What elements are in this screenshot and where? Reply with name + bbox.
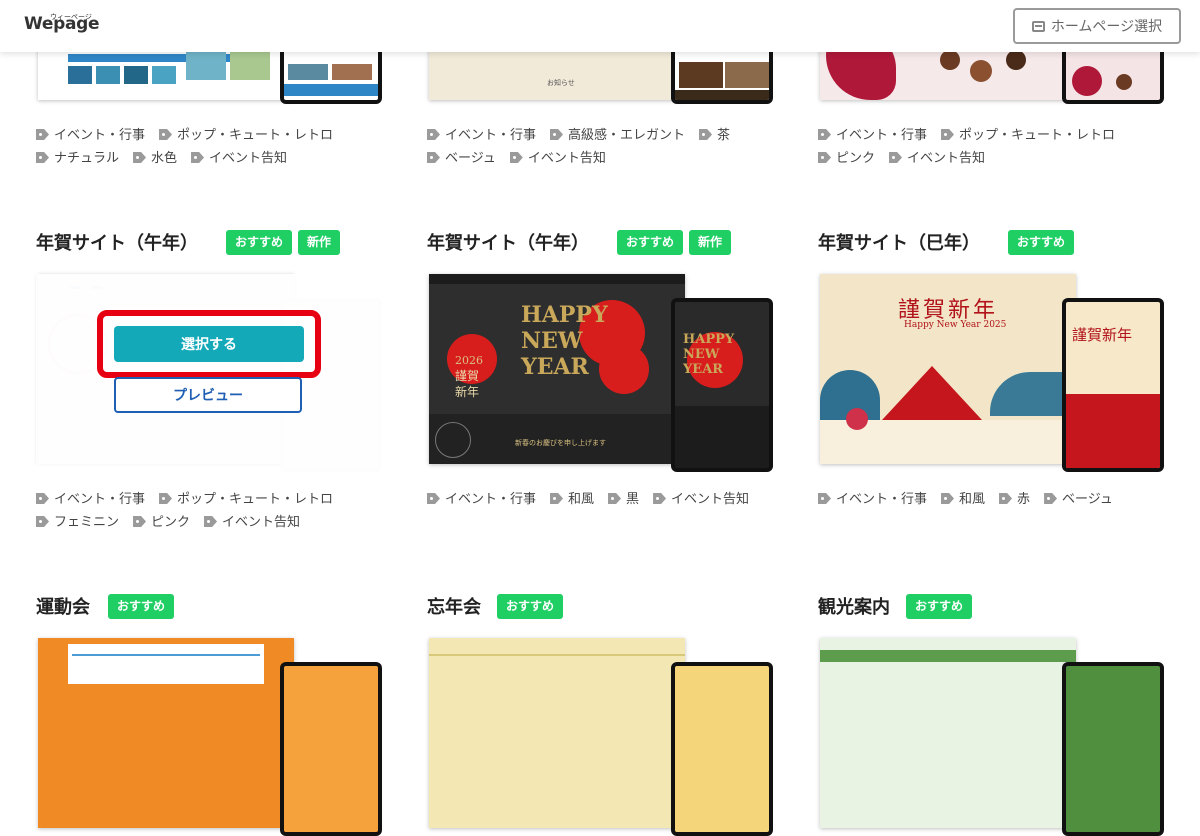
tag[interactable]: イベント・行事 <box>427 488 536 511</box>
tag[interactable]: ベージュ <box>1044 488 1113 511</box>
tag-icon <box>818 493 831 504</box>
tag[interactable]: ピンク <box>133 511 190 534</box>
tag-icon <box>941 129 955 140</box>
tag-icon <box>159 493 173 504</box>
tag[interactable]: イベント・行事 <box>36 488 145 511</box>
thumb-sub: Happy New Year 2025 <box>904 320 1007 330</box>
select-button[interactable]: 選択する <box>114 326 304 362</box>
tag-icon <box>427 129 440 140</box>
tag-icon <box>818 152 831 163</box>
tag-list: イベント・行事 高級感・エレガント茶ベージュ イベント告知 <box>427 124 777 170</box>
tag[interactable]: 赤 <box>999 488 1030 511</box>
header: ウィーページ Wepage ホームページ選択 <box>0 0 1200 52</box>
badge-recommended: おすすめ <box>1008 229 1075 255</box>
wepage-logo[interactable]: ウィーページ Wepage <box>24 13 100 34</box>
template-thumbnail[interactable] <box>427 638 773 836</box>
tag-icon <box>608 493 622 504</box>
tag-list: イベント・行事 ポップ・キュート・レトロナチュラル 水色 イベント告知 <box>36 124 386 170</box>
tag-list: イベント・行事 和風黒イベント告知 <box>427 488 777 511</box>
window-icon <box>1031 20 1045 32</box>
template-thumbnail[interactable] <box>36 638 382 836</box>
tag-icon <box>204 516 218 527</box>
tag[interactable]: 水色 <box>133 147 177 170</box>
tag-icon <box>191 152 205 163</box>
template-title[interactable]: 年賀サイト（午年） <box>427 229 589 255</box>
select-highlight: 選択する <box>97 310 321 378</box>
tag[interactable]: ポップ・キュート・レトロ <box>941 124 1115 147</box>
thumb-sub: 新春のお慶びを申し上げます <box>515 439 606 447</box>
tag-icon <box>550 493 564 504</box>
tag[interactable]: ベージュ <box>427 147 496 170</box>
tag[interactable]: ピンク <box>818 147 875 170</box>
tag[interactable]: ポップ・キュート・レトロ <box>159 124 333 147</box>
tag[interactable]: イベント告知 <box>653 488 749 511</box>
homepage-select-button[interactable]: ホームページ選択 <box>1013 8 1181 44</box>
tag[interactable]: 黒 <box>608 488 639 511</box>
tag[interactable]: イベント・行事 <box>818 488 927 511</box>
tag[interactable]: 高級感・エレガント <box>550 124 685 147</box>
template-title[interactable]: 運動会 <box>36 593 90 619</box>
tag[interactable]: ポップ・キュート・レトロ <box>159 488 333 511</box>
tag-list: イベント・行事 ポップ・キュート・レトロピンク イベント告知 <box>818 124 1168 170</box>
template-thumbnail[interactable]: HAPPY NEW YEAR 2026 謹賀 新年 新春のお慶びを申し上げます … <box>427 274 773 472</box>
tag[interactable]: イベント・行事 <box>36 124 145 147</box>
template-title[interactable]: 忘年会 <box>427 593 481 619</box>
thumb-greeting: 謹賀 新年 <box>455 369 480 399</box>
tag-icon <box>550 129 564 140</box>
tag-icon <box>653 493 667 504</box>
badge-recommended: おすすめ <box>226 229 293 255</box>
thumb-happy-text: HAPPY NEW YEAR <box>521 302 608 380</box>
tag[interactable]: 和風 <box>550 488 594 511</box>
tag[interactable]: フェミニン <box>36 511 119 534</box>
tag-icon <box>1044 493 1058 504</box>
thumb-year: 2026 <box>455 354 483 367</box>
thumb-notice-text: お知らせ <box>547 79 575 87</box>
tag-icon <box>427 493 440 504</box>
preview-button[interactable]: プレビュー <box>114 377 302 413</box>
hover-overlay: 選択する プレビュー <box>36 274 386 474</box>
tag[interactable]: 和風 <box>941 488 985 511</box>
template-title[interactable]: 年賀サイト（巳年） <box>818 229 980 255</box>
tag-icon <box>889 152 903 163</box>
logo-ruby: ウィーページ <box>50 13 92 21</box>
tag-icon <box>509 152 523 163</box>
tag[interactable]: イベント告知 <box>204 511 300 534</box>
tag-icon <box>159 129 173 140</box>
tag-icon <box>36 152 49 163</box>
tag[interactable]: 茶 <box>699 124 730 147</box>
template-title[interactable]: 年賀サイト（午年） <box>36 229 198 255</box>
homepage-select-label: ホームページ選択 <box>1050 19 1163 35</box>
badge-recommended: おすすめ <box>617 229 684 255</box>
tag-icon <box>941 493 955 504</box>
tag[interactable]: ナチュラル <box>36 147 119 170</box>
badge-recommended: おすすめ <box>108 593 175 619</box>
badge-recommended: おすすめ <box>497 593 564 619</box>
badge-new: 新作 <box>689 229 732 255</box>
tag[interactable]: イベント・行事 <box>818 124 927 147</box>
badge-new: 新作 <box>298 229 341 255</box>
tag-icon <box>427 152 440 163</box>
template-thumbnail[interactable]: 謹賀新年 Happy New Year 2025 謹賀新年 <box>818 274 1164 472</box>
tag-icon <box>133 152 147 163</box>
tag[interactable]: イベント告知 <box>509 147 606 170</box>
badge-recommended: おすすめ <box>906 593 973 619</box>
template-title[interactable]: 観光案内 <box>818 593 890 619</box>
tag-icon <box>36 516 49 527</box>
tag-icon <box>699 129 713 140</box>
tag-icon <box>133 516 147 527</box>
tag-icon <box>999 493 1013 504</box>
tag-list: イベント・行事 和風赤ベージュ <box>818 488 1168 511</box>
tag-icon <box>36 493 49 504</box>
template-thumbnail[interactable]: 選択する プレビュー <box>36 274 386 474</box>
tag-icon <box>818 129 831 140</box>
template-thumbnail[interactable] <box>818 638 1164 836</box>
tag[interactable]: イベント告知 <box>191 147 287 170</box>
tag[interactable]: イベント・行事 <box>427 124 536 147</box>
tag-list: イベント・行事 ポップ・キュート・レトロフェミニン ピンク イベント告知 <box>36 488 386 534</box>
tag-icon <box>36 129 49 140</box>
tag[interactable]: イベント告知 <box>889 147 985 170</box>
